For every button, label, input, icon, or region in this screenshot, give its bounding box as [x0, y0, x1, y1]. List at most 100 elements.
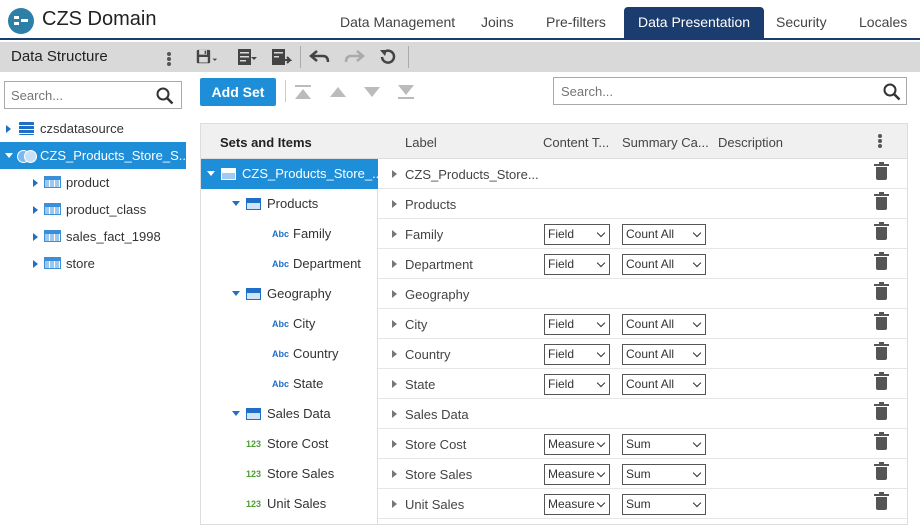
- content-type-select[interactable]: Field: [544, 224, 610, 245]
- set-tree-item[interactable]: Abc Family: [201, 219, 378, 249]
- tree-item-sales-fact-1998[interactable]: sales_fact_1998: [0, 223, 186, 250]
- row-label[interactable]: Store Cost: [405, 437, 466, 452]
- set-tree-item[interactable]: 123 Store Sales: [201, 459, 378, 489]
- tree-item-store[interactable]: store: [0, 250, 186, 277]
- move-to-top-button[interactable]: [295, 85, 313, 99]
- row-expand-icon[interactable]: [392, 380, 397, 388]
- structure-search-input[interactable]: [11, 83, 151, 107]
- table-row[interactable]: City Field Count All: [378, 309, 907, 339]
- row-label[interactable]: Sales Data: [405, 407, 469, 422]
- content-type-select[interactable]: Field: [544, 254, 610, 275]
- tab-data-management[interactable]: Data Management: [326, 7, 469, 38]
- move-up-button[interactable]: [330, 85, 348, 99]
- tree-item-product-class[interactable]: product_class: [0, 196, 186, 223]
- tab-data-presentation[interactable]: Data Presentation: [624, 7, 765, 38]
- expand-icon[interactable]: [33, 233, 38, 241]
- set-tree-item[interactable]: Abc State: [201, 369, 378, 399]
- summary-calculation-select[interactable]: Sum: [622, 494, 706, 515]
- delete-icon[interactable]: [874, 192, 889, 210]
- delete-icon[interactable]: [874, 402, 889, 420]
- expand-icon[interactable]: [6, 125, 11, 133]
- table-row[interactable]: Geography: [378, 279, 907, 309]
- table-row[interactable]: Store Sales Measure Sum: [378, 459, 907, 489]
- expand-icon[interactable]: [33, 179, 38, 187]
- content-type-select[interactable]: Field: [544, 374, 610, 395]
- set-tree-item[interactable]: 123 Unit Sales: [201, 489, 378, 519]
- summary-calculation-select[interactable]: Count All: [622, 374, 706, 395]
- expand-icon[interactable]: [33, 206, 38, 214]
- properties-icon[interactable]: [236, 47, 258, 67]
- table-row[interactable]: CZS_Products_Store...: [378, 159, 907, 189]
- tab-security[interactable]: Security: [762, 7, 841, 38]
- move-to-bottom-button[interactable]: [398, 85, 416, 99]
- description-header[interactable]: Description: [718, 135, 783, 150]
- undo-icon[interactable]: [309, 47, 331, 67]
- set-tree-item[interactable]: Sales Data: [201, 399, 378, 429]
- delete-icon[interactable]: [874, 432, 889, 450]
- row-expand-icon[interactable]: [392, 200, 397, 208]
- collapse-icon[interactable]: [232, 411, 240, 416]
- row-expand-icon[interactable]: [392, 350, 397, 358]
- delete-icon[interactable]: [874, 372, 889, 390]
- row-label[interactable]: Geography: [405, 287, 469, 302]
- grid-menu-icon[interactable]: [878, 134, 882, 138]
- tab-joins[interactable]: Joins: [467, 7, 528, 38]
- row-label[interactable]: Products: [405, 197, 456, 212]
- delete-icon[interactable]: [874, 492, 889, 510]
- set-tree-item[interactable]: Abc City: [201, 309, 378, 339]
- summary-calculation-select[interactable]: Count All: [622, 254, 706, 275]
- table-row[interactable]: Country Field Count All: [378, 339, 907, 369]
- collapse-icon[interactable]: [232, 291, 240, 296]
- expand-icon[interactable]: [33, 260, 38, 268]
- search-icon[interactable]: [883, 83, 901, 101]
- set-tree-item[interactable]: Geography: [201, 279, 378, 309]
- set-tree-item[interactable]: Abc Country: [201, 339, 378, 369]
- content-type-select[interactable]: Measure: [544, 494, 610, 515]
- export-icon[interactable]: [270, 47, 292, 67]
- panel-menu-icon[interactable]: [167, 52, 171, 56]
- tree-item-czsdatasource[interactable]: czsdatasource: [0, 115, 186, 142]
- tab-pre-filters[interactable]: Pre-filters: [532, 7, 620, 38]
- content-type-select[interactable]: Measure: [544, 434, 610, 455]
- delete-icon[interactable]: [874, 342, 889, 360]
- content-type-select[interactable]: Measure: [544, 464, 610, 485]
- collapse-icon[interactable]: [207, 171, 215, 176]
- content-type-select[interactable]: Field: [544, 314, 610, 335]
- tree-item-product[interactable]: product: [0, 169, 186, 196]
- table-row[interactable]: State Field Count All: [378, 369, 907, 399]
- row-expand-icon[interactable]: [392, 500, 397, 508]
- summary-calculation-select[interactable]: Count All: [622, 314, 706, 335]
- set-tree-item[interactable]: CZS_Products_Store_...: [201, 159, 383, 189]
- set-tree-item[interactable]: 123 Store Cost: [201, 429, 378, 459]
- delete-icon[interactable]: [874, 462, 889, 480]
- row-expand-icon[interactable]: [392, 470, 397, 478]
- row-expand-icon[interactable]: [392, 290, 397, 298]
- summary-calculation-select[interactable]: Count All: [622, 224, 706, 245]
- row-expand-icon[interactable]: [392, 170, 397, 178]
- summary-calculation-select[interactable]: Sum: [622, 464, 706, 485]
- row-label[interactable]: State: [405, 377, 435, 392]
- search-icon[interactable]: [156, 87, 174, 105]
- content-type-select[interactable]: Field: [544, 344, 610, 365]
- row-label[interactable]: Unit Sales: [405, 497, 464, 512]
- revert-icon[interactable]: [377, 47, 399, 67]
- label-header[interactable]: Label: [405, 135, 437, 150]
- row-label[interactable]: Country: [405, 347, 451, 362]
- row-label[interactable]: City: [405, 317, 427, 332]
- row-expand-icon[interactable]: [392, 230, 397, 238]
- row-expand-icon[interactable]: [392, 260, 397, 268]
- summary-calculation-select[interactable]: Count All: [622, 344, 706, 365]
- tab-locales[interactable]: Locales: [845, 7, 920, 38]
- set-tree-item[interactable]: Abc Department: [201, 249, 378, 279]
- row-expand-icon[interactable]: [392, 320, 397, 328]
- summary-calculation-select[interactable]: Sum: [622, 434, 706, 455]
- content-type-header[interactable]: Content T...: [543, 135, 609, 150]
- items-search-input[interactable]: [561, 79, 861, 103]
- delete-icon[interactable]: [874, 282, 889, 300]
- table-row[interactable]: Family Field Count All: [378, 219, 907, 249]
- table-row[interactable]: Sales Data: [378, 399, 907, 429]
- move-down-button[interactable]: [364, 85, 382, 99]
- delete-icon[interactable]: [874, 312, 889, 330]
- row-label[interactable]: CZS_Products_Store...: [405, 167, 539, 182]
- add-set-button[interactable]: Add Set: [200, 78, 276, 106]
